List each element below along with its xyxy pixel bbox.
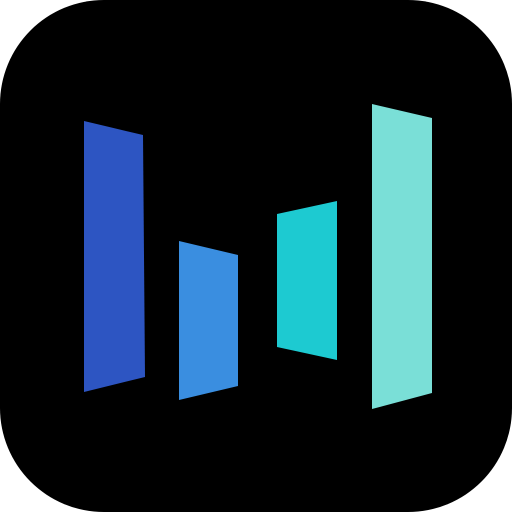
icon-background (0, 0, 512, 512)
app-icon[interactable] (0, 0, 512, 512)
logo-bar-4 (372, 104, 432, 409)
bar-logo-icon (0, 0, 512, 512)
logo-bar-3 (277, 201, 337, 360)
logo-bar-1 (84, 121, 145, 392)
logo-bar-2 (179, 241, 238, 400)
